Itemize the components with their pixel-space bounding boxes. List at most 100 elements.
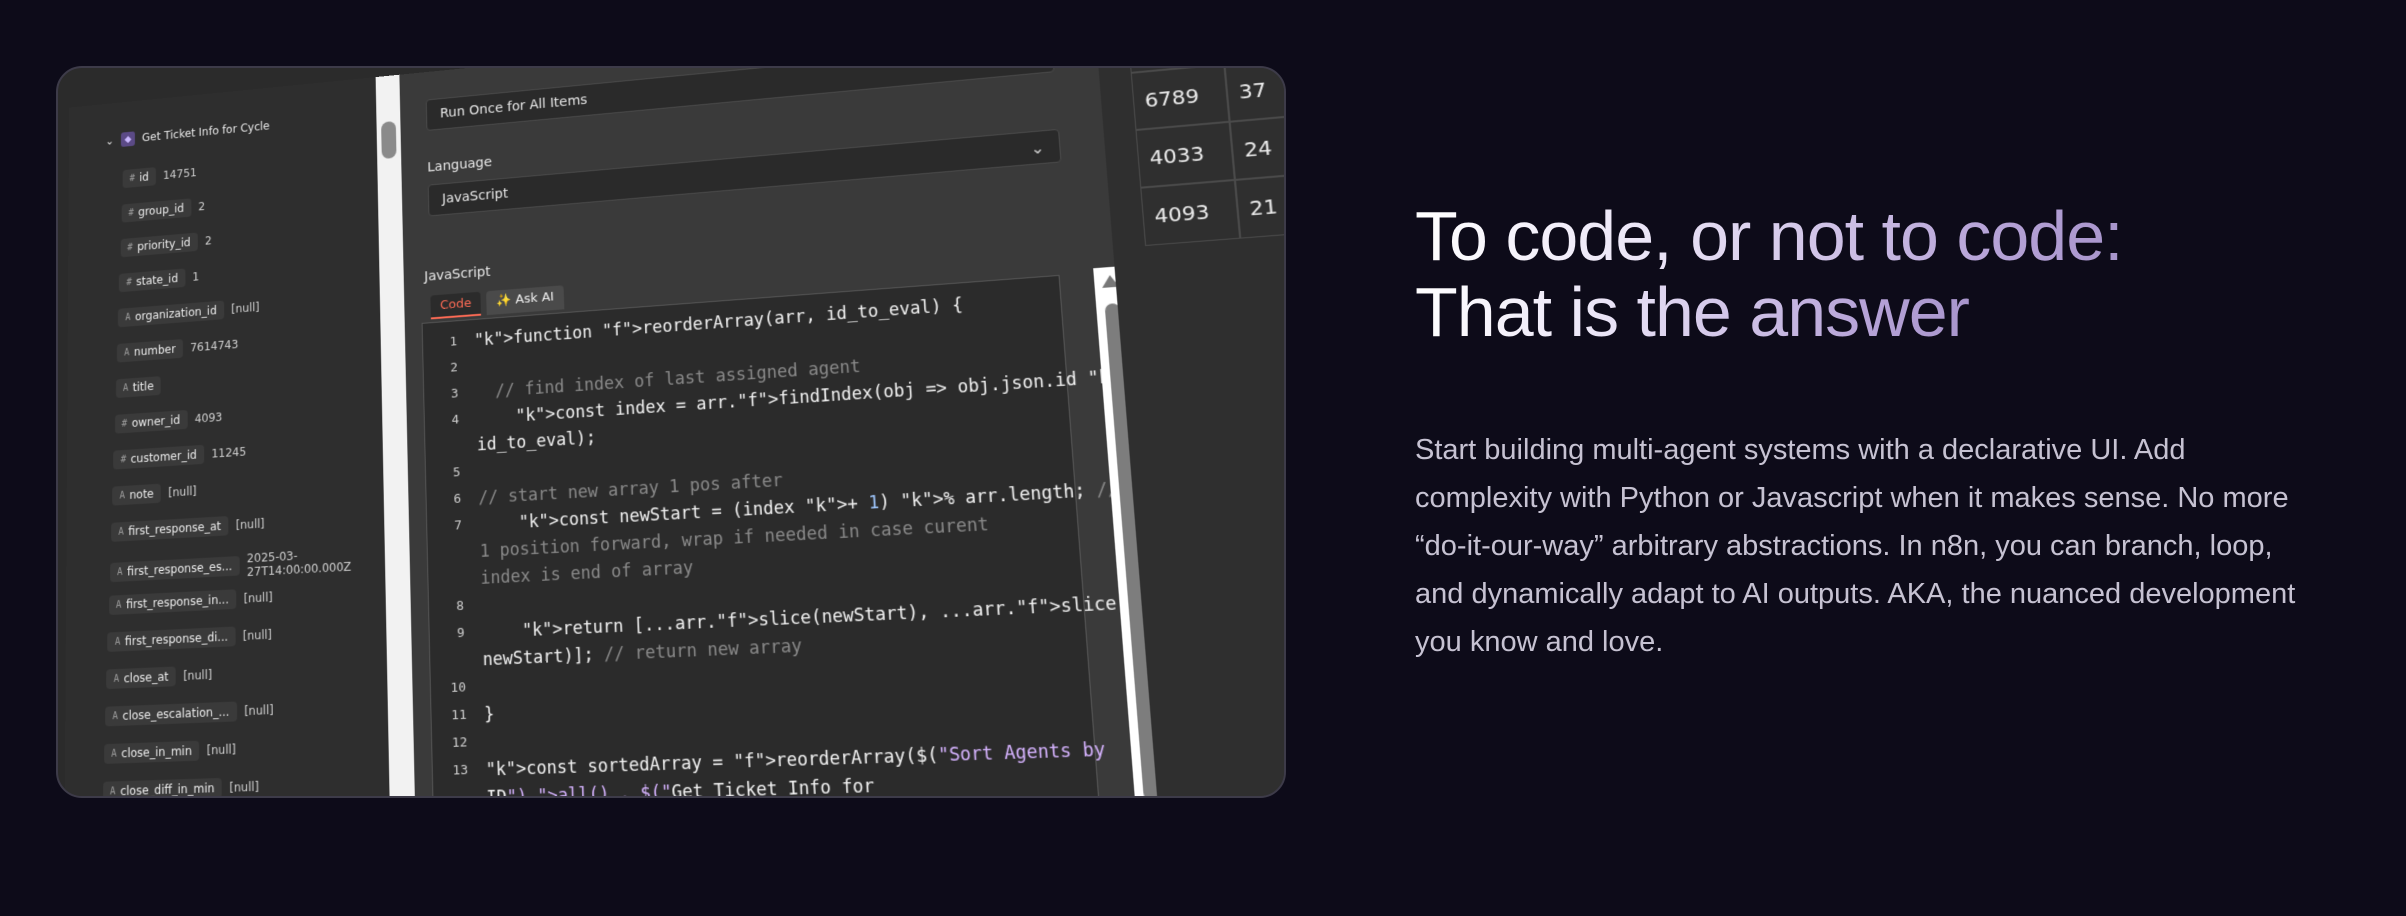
code-text: }: [483, 704, 495, 726]
schema-field[interactable]: Afirst_response_at [null]: [111, 514, 265, 542]
field-type-icon: #: [126, 277, 132, 288]
field-name: owner_id: [131, 413, 181, 430]
line-number: 7: [454, 518, 462, 534]
schema-field[interactable]: # group_id 2: [121, 197, 205, 223]
field-pill[interactable]: Aclose_in_min: [103, 740, 200, 764]
schema-field[interactable]: Anumber 7614743: [116, 335, 239, 363]
field-value: [null]: [229, 779, 259, 795]
field-pill[interactable]: Aclose_escalation_...: [105, 701, 237, 727]
mode-select[interactable]: Run Once for All Items: [425, 68, 1055, 131]
field-type-icon: A: [122, 382, 129, 394]
schema-field[interactable]: # state_id 1: [119, 267, 200, 293]
code-line[interactable]: 2: [423, 357, 475, 380]
field-value: 2: [204, 234, 212, 248]
line-number: 11: [451, 707, 467, 724]
field-type-icon: #: [127, 242, 133, 253]
code-line[interactable]: 13 "k">const sortedArray = "f">reorderArr…: [433, 740, 1107, 783]
language-select[interactable]: JavaScript ⌄: [427, 128, 1062, 217]
schema-field[interactable]: Aclose_diff_in_min [null]: [102, 777, 259, 798]
code-node-panel: Run Once for All Items Language JavaScri…: [399, 68, 1175, 798]
field-pill[interactable]: # customer_id: [113, 444, 205, 470]
schema-field[interactable]: Afirst_response_di... [null]: [107, 625, 272, 652]
field-pill[interactable]: Aclose_diff_in_min: [102, 777, 223, 798]
field-type-icon: #: [120, 454, 127, 465]
field-name: organization_id: [134, 303, 217, 324]
schema-field[interactable]: Afirst_response_es... 2025-03- 27T14:00:0…: [109, 546, 351, 586]
table-cell: 21: [1234, 173, 1284, 239]
field-pill[interactable]: # owner_id: [114, 409, 188, 434]
code-line[interactable]: 5: [426, 462, 478, 485]
field-pill[interactable]: Atitle: [115, 376, 161, 399]
schema-field[interactable]: Afirst_response_in... [null]: [108, 587, 273, 616]
code-text: ID").">all() , $("Get Ticket Info for: [486, 776, 875, 798]
field-type-icon: A: [113, 673, 120, 685]
code-line[interactable]: id_to_eval);: [425, 428, 597, 459]
schema-field[interactable]: # customer_id 11245: [113, 442, 246, 470]
input-schema-panel: ⌄ ◆ Get Ticket Info for Cycle # id 14751 # g…: [64, 75, 405, 798]
field-name: id: [139, 170, 149, 184]
table-cell: 37: [1224, 68, 1284, 122]
scrollbar-thumb[interactable]: [381, 120, 397, 160]
code-line[interactable]: 10: [431, 677, 484, 699]
field-pill[interactable]: # id: [122, 167, 156, 189]
line-number: [428, 542, 480, 565]
field-pill[interactable]: Afirst_response_di...: [107, 626, 236, 652]
table-cell: 24: [1229, 115, 1284, 180]
field-pill[interactable]: Afirst_response_at: [111, 516, 229, 542]
tab-ask-ai[interactable]: ✨ Ask AI: [486, 285, 565, 316]
field-pill[interactable]: # group_id: [121, 198, 192, 223]
schema-field[interactable]: Aclose_at [null]: [106, 665, 212, 690]
code-text: newStart)]; // return new array: [482, 636, 803, 671]
field-pill[interactable]: Anumber: [116, 339, 183, 363]
field-value: [null]: [206, 742, 237, 758]
code-text: id_to_eval);: [476, 428, 597, 456]
schema-field[interactable]: Aorganization_id [null]: [118, 298, 260, 328]
code-editor[interactable]: 1 "k">function "f">reorderArray(arr, id_t…: [421, 274, 1175, 798]
field-type-icon: #: [129, 173, 135, 184]
field-type-icon: A: [117, 566, 123, 578]
line-number: 1: [449, 334, 458, 350]
code-line[interactable]: 8: [429, 596, 482, 619]
field-pill[interactable]: Aorganization_id: [118, 300, 225, 328]
field-type-icon: A: [125, 312, 131, 323]
code-line[interactable]: index is end of array: [428, 558, 693, 591]
field-value: 7614743: [190, 337, 239, 355]
field-name: close_diff_in_min: [120, 781, 215, 798]
schema-field[interactable]: Atitle: [115, 376, 168, 399]
field-value: [null]: [235, 516, 265, 533]
code-line[interactable]: 11}: [431, 705, 494, 728]
chevron-down-icon[interactable]: ⌄: [105, 134, 114, 147]
field-value: [null]: [231, 300, 260, 316]
field-pill[interactable]: Afirst_response_es...: [109, 556, 240, 583]
schema-field[interactable]: # priority_id 2: [120, 231, 212, 258]
field-value: [null]: [244, 703, 274, 719]
field-value: 14751: [162, 166, 197, 182]
field-value: 4093: [194, 410, 223, 426]
code-line[interactable]: 12: [432, 732, 485, 754]
product-screenshot: ⌄ ◆ Get Ticket Info for Cycle # id 14751 # g…: [56, 66, 1286, 798]
schema-field[interactable]: Aclose_escalation_... [null]: [105, 700, 274, 727]
line-number: [425, 436, 477, 459]
tab-code[interactable]: Code: [430, 291, 482, 320]
node-icon: ◆: [121, 131, 135, 147]
field-pill[interactable]: Anote: [112, 483, 162, 506]
schema-field[interactable]: Aclose_in_min [null]: [103, 739, 237, 764]
code-label: JavaScript: [424, 264, 491, 285]
field-value: [null]: [168, 484, 197, 500]
field-name: close_in_min: [121, 743, 192, 761]
schema-field[interactable]: # owner_id 4093: [114, 408, 223, 434]
line-number: 6: [453, 491, 462, 507]
field-type-icon: A: [119, 490, 125, 501]
field-name: customer_id: [130, 448, 197, 466]
field-pill[interactable]: Afirst_response_in...: [108, 589, 237, 616]
field-type-icon: #: [121, 418, 128, 429]
field-name: priority_id: [137, 235, 191, 254]
line-number: [430, 650, 483, 672]
field-pill[interactable]: # state_id: [119, 268, 186, 293]
schema-field[interactable]: # id 14751: [122, 163, 197, 189]
schema-field[interactable]: Anote [null]: [112, 481, 197, 506]
field-value: 1: [192, 270, 200, 284]
field-pill[interactable]: Aclose_at: [106, 666, 176, 690]
field-pill[interactable]: # priority_id: [120, 232, 198, 258]
schema-node-header[interactable]: ⌄ ◆ Get Ticket Info for Cycle: [105, 118, 269, 148]
